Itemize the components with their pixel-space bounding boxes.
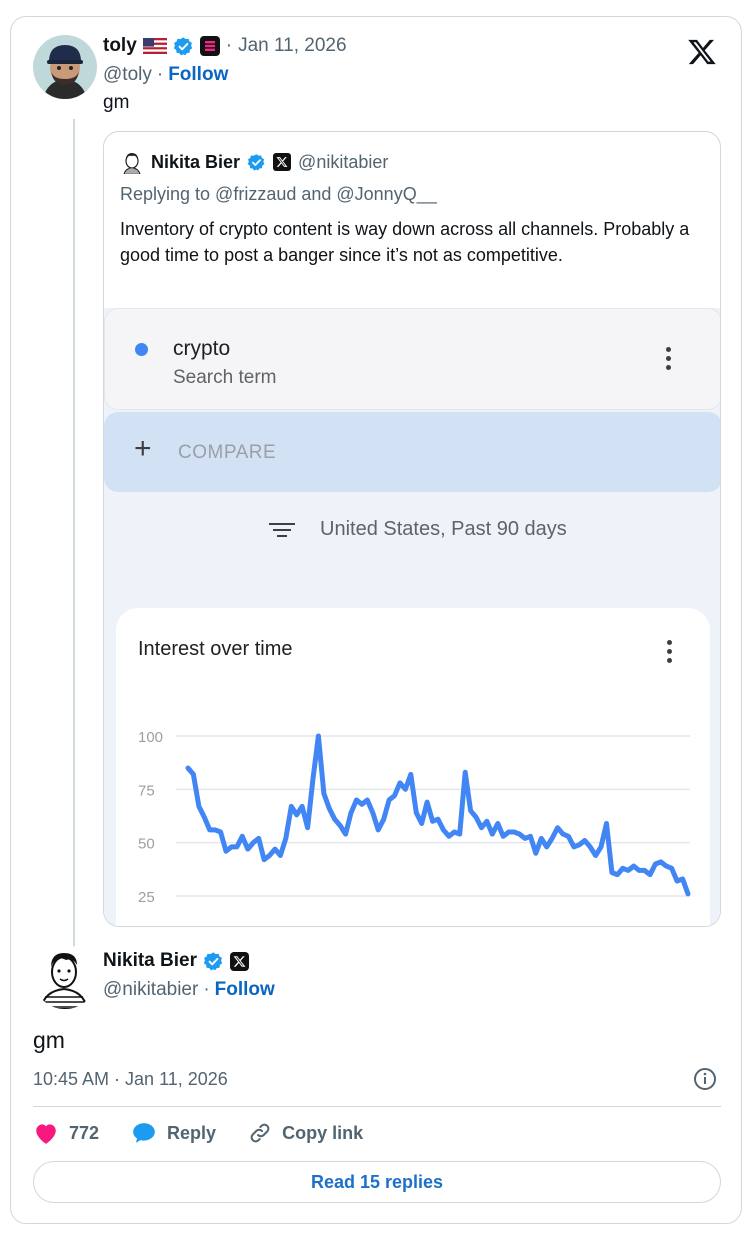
verified-badge-icon xyxy=(203,951,224,972)
like-button[interactable]: 772 xyxy=(33,1121,99,1145)
nikita-avatar[interactable] xyxy=(33,945,97,1009)
read-replies-button[interactable]: Read 15 replies xyxy=(33,1161,721,1203)
interest-chart-card: Interest over time 100 75 50 25 xyxy=(116,608,710,926)
quoted-tweet-text: Inventory of crypto content is way down … xyxy=(120,219,690,265)
speech-bubble-icon xyxy=(133,1123,155,1143)
quoted-author-handle[interactable]: @nikitabier xyxy=(298,152,388,173)
compare-bar: + COMPARE xyxy=(104,412,720,492)
google-trends-image: crypto Search term + COMPARE United Stat… xyxy=(104,308,720,926)
quoted-author-avatar xyxy=(120,150,144,175)
y-tick-label: 100 xyxy=(138,729,163,746)
series-color-dot xyxy=(135,343,148,356)
copy-link-label: Copy link xyxy=(282,1122,364,1143)
x-logo-icon[interactable] xyxy=(687,37,717,67)
y-tick-label: 75 xyxy=(138,782,155,799)
search-term-label: crypto xyxy=(173,337,231,360)
reply-timestamp[interactable]: 10:45 AM · Jan 11, 2026 xyxy=(33,1069,228,1090)
reply-author-name[interactable]: Nikita Bier xyxy=(103,950,197,972)
tweet-actions: 772 Reply Copy link xyxy=(33,1121,395,1145)
info-icon[interactable] xyxy=(693,1067,717,1091)
x-affiliate-badge-icon xyxy=(229,951,249,971)
series-line-crypto xyxy=(185,733,691,897)
y-tick-label: 50 xyxy=(138,836,155,853)
copy-link-button[interactable]: Copy link xyxy=(248,1121,363,1145)
main-tweet-handle-row: @toly · Follow xyxy=(103,64,228,86)
follow-button[interactable]: Follow xyxy=(168,64,228,86)
reply-tweet-text: gm xyxy=(33,1027,65,1053)
tweet-date[interactable]: Jan 11, 2026 xyxy=(238,35,346,57)
thread-connector-line xyxy=(73,119,75,957)
replying-to-text[interactable]: Replying to @frizzaud and @JonnyQ__ xyxy=(120,184,437,205)
reply-label: Reply xyxy=(167,1122,217,1143)
follow-button[interactable]: Follow xyxy=(215,979,275,1001)
tweet-embed-card: toly · Jan 11, 2026 @toly · Follow gm Ni… xyxy=(10,16,742,1224)
reply-tweet-name-row: Nikita Bier xyxy=(103,950,249,972)
author-handle[interactable]: @toly xyxy=(103,64,152,86)
toly-avatar[interactable] xyxy=(33,35,97,99)
filter-text: United States, Past 90 days xyxy=(320,518,567,540)
y-tick-label: 25 xyxy=(138,889,155,906)
reply-author-handle[interactable]: @nikitabier xyxy=(103,979,198,1001)
filter-row: United States, Past 90 days xyxy=(268,518,567,541)
quoted-author-name[interactable]: Nikita Bier xyxy=(151,152,240,173)
link-icon xyxy=(250,1123,270,1143)
divider xyxy=(33,1106,721,1107)
verified-badge-icon xyxy=(247,153,266,172)
quoted-tweet[interactable]: Nikita Bier @nikitabier Replying to @fri… xyxy=(103,131,721,927)
filter-icon xyxy=(268,520,296,540)
reply-tweet-handle-row: @nikitabier · Follow xyxy=(103,979,275,1001)
heart-icon xyxy=(36,1124,56,1144)
handle-separator: · xyxy=(156,64,164,85)
like-count: 772 xyxy=(69,1122,100,1143)
reply-button[interactable]: Reply xyxy=(131,1121,216,1145)
handle-separator: · xyxy=(203,979,210,1000)
x-affiliate-badge-icon xyxy=(273,153,292,171)
search-term-type: Search term xyxy=(173,367,277,388)
main-tweet-text: gm xyxy=(103,92,130,113)
interest-line-chart: 100 75 50 25 xyxy=(138,729,691,906)
us-flag-icon xyxy=(142,38,167,54)
quoted-tweet-header: Nikita Bier @nikitabier xyxy=(120,150,388,175)
compare-label: COMPARE xyxy=(178,442,277,463)
verified-badge-icon xyxy=(173,36,194,57)
search-term-card: crypto Search term xyxy=(104,308,720,410)
main-tweet-name-row: toly · Jan 11, 2026 xyxy=(103,35,347,57)
affiliate-badge-icon xyxy=(199,36,220,56)
plus-icon: + xyxy=(134,432,152,465)
more-options-icon xyxy=(666,347,672,374)
author-name[interactable]: toly xyxy=(103,35,137,57)
date-separator: · xyxy=(225,35,233,56)
